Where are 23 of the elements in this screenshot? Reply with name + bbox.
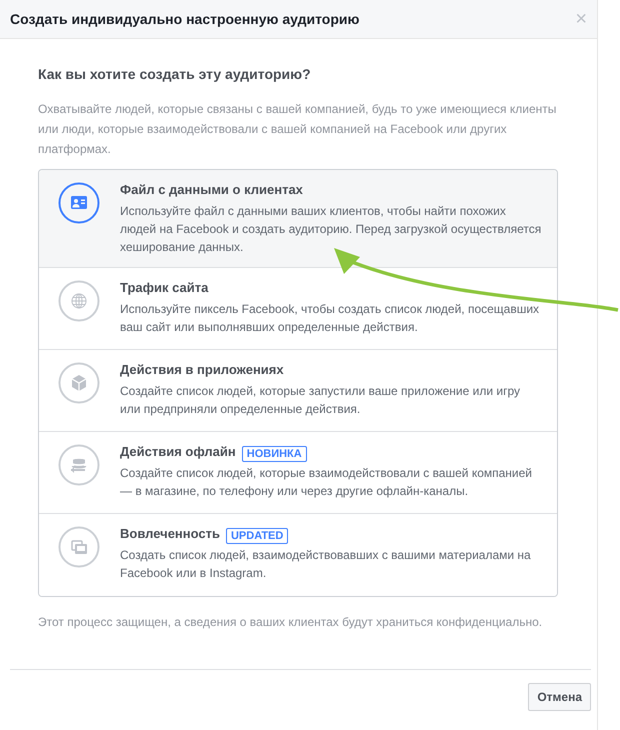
contact-card-icon xyxy=(58,182,100,224)
option-title: Действия офлайн xyxy=(120,443,236,461)
intro-text: Охватывайте людей, которые связаны с вашей компанией, будь то уже имеющиеся клиенты или люди, которые взаимодействовали с вашей компанией на Facebook или других платформах. xyxy=(38,101,557,158)
cube-icon xyxy=(58,362,100,404)
stacked-windows-icon xyxy=(58,526,100,568)
option-description: Создайте список людей, которые взаимодействовали с вашей компанией — в магазине, по телефону или через другие офлайн-каналы. xyxy=(120,465,534,500)
question-heading: Как вы хотите создать эту аудиторию? xyxy=(38,65,312,84)
database-sync-icon xyxy=(58,444,100,486)
globe-icon xyxy=(58,280,100,322)
audience-option[interactable]: Файл с данными о клиентах Используйте файл с данными ваших клиентов, чтобы найти похожих людей на Facebook и создать аудиторию. Перед загрузкой осуществляется хеширование данных. xyxy=(39,170,557,268)
option-description: Используйте файл с данными ваших клиентов, чтобы найти похожих людей на Facebook и создать аудиторию. Перед загрузкой осуществляется хеширование данных. xyxy=(120,203,542,256)
option-description: Создайте список людей, которые запустили ваше приложение или игру или предприняли определенные действия. xyxy=(120,383,521,418)
new-label: НОВИНКА xyxy=(242,446,307,462)
privacy-note: Этот процесс защищен, а сведения о ваших клиентах будут храниться конфиденциально. xyxy=(38,614,544,631)
option-title: Вовлеченность xyxy=(120,525,220,543)
option-title: Трафик сайта xyxy=(120,279,208,297)
dialog-title: Создать индивидуально настроенную аудиторию xyxy=(10,10,360,29)
option-title: Файл с данными о клиентах xyxy=(120,181,303,199)
option-description: Используйте пиксель Facebook, чтобы создать список людей, посещавших ваш сайт или выполнявших определенные действия. xyxy=(120,301,540,336)
new-label: UPDATED xyxy=(226,528,288,544)
cancel-button[interactable]: Отмена xyxy=(528,683,591,711)
option-title: Действия в приложениях xyxy=(120,361,284,379)
option-description: Создать список людей, взаимодействовавших с вашими материалами на Facebook или в Instagram. xyxy=(120,547,532,582)
